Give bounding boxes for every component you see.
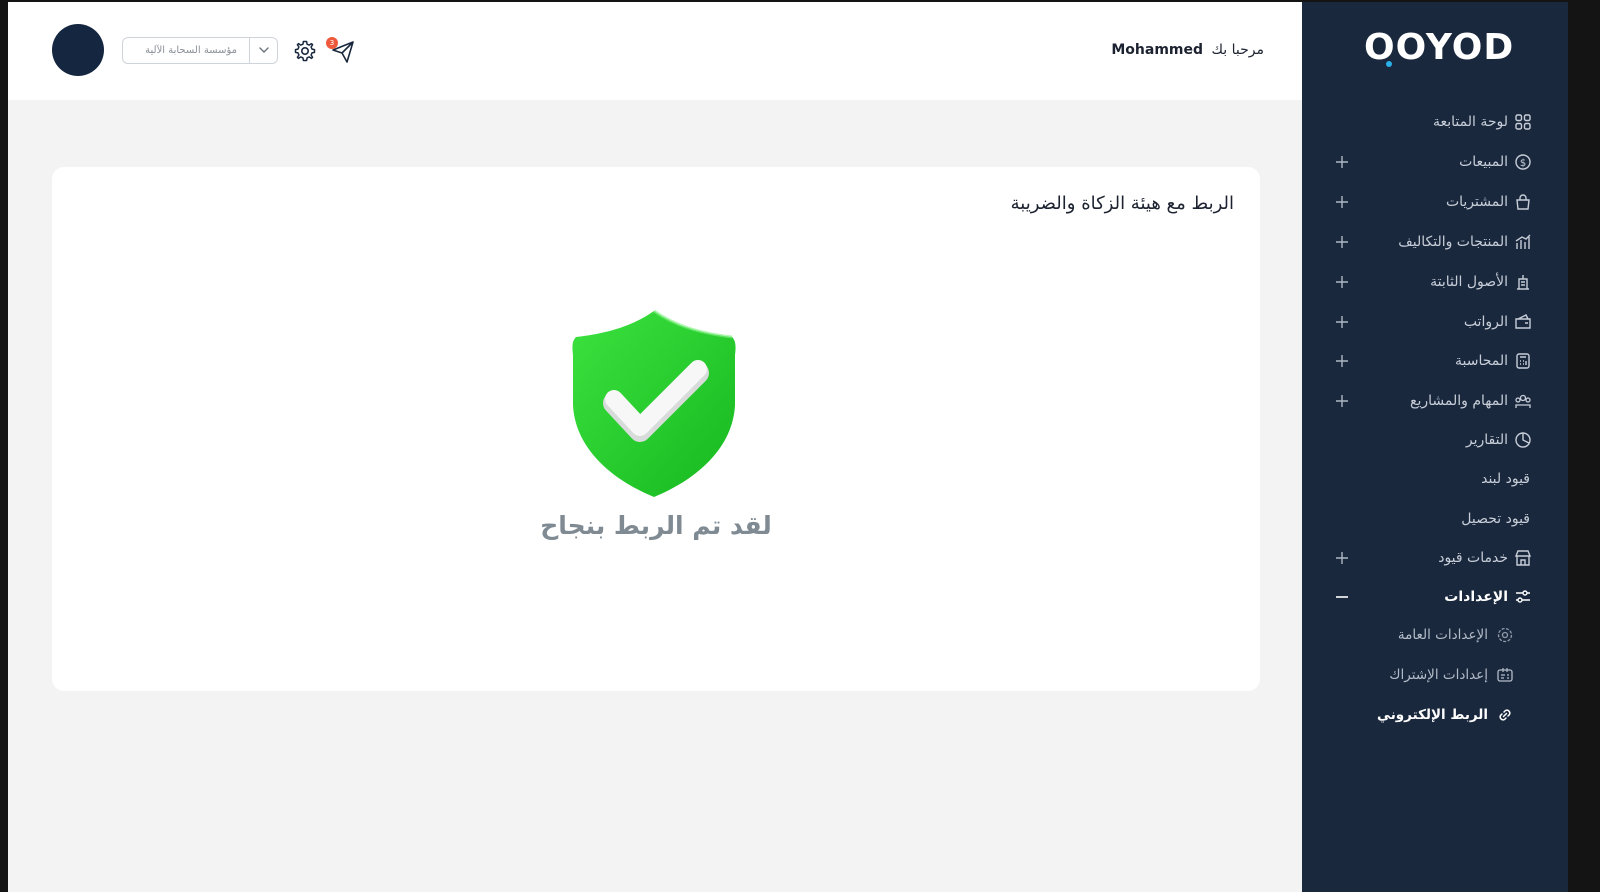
svg-text:$: $ (1520, 158, 1526, 169)
user-name: Mohammed (1111, 42, 1204, 58)
wallet-icon (1515, 314, 1531, 329)
team-icon (1515, 394, 1531, 408)
sidebar-item-label: خدمات قيود (1438, 550, 1508, 566)
sidebar-subitem-e-integration[interactable]: الربط الإلكتروني (1302, 697, 1568, 733)
sidebar-item-tasks-projects[interactable]: المهام والمشاريع (1302, 383, 1568, 419)
avatar[interactable] (52, 24, 104, 76)
building-icon (1517, 275, 1529, 290)
dollar-circle-icon: $ (1515, 154, 1531, 170)
sidebar-item-collection-entries[interactable]: قيود تحصيل (1302, 501, 1568, 537)
plus-icon[interactable] (1334, 274, 1350, 290)
logo-dot (1386, 61, 1392, 67)
minus-icon[interactable] (1334, 589, 1350, 605)
sidebar-subitem-label: إعدادات الإشتراك (1389, 667, 1488, 683)
sidebar-subitem-general-settings[interactable]: الإعدادات العامة (1302, 617, 1568, 653)
plus-icon[interactable] (1334, 353, 1350, 369)
sidebar-item-label: المحاسبة (1454, 353, 1508, 369)
sidebar-item-label: المنتجات والتكاليف (1398, 234, 1508, 250)
sidebar-item-label: الرواتب (1463, 314, 1508, 330)
app-window: مؤسسة السحابة الآلية 3 مرحبا بك Mohammed… (8, 2, 1568, 892)
plus-icon[interactable] (1334, 393, 1350, 409)
chart-bars-icon (1515, 234, 1531, 249)
plus-icon[interactable] (1334, 234, 1350, 250)
success-message: لقد تم الربط بنجاح (540, 511, 772, 540)
sidebar-item-label: الإعدادات (1444, 589, 1508, 605)
plus-icon[interactable] (1334, 154, 1350, 170)
sidebar-item-label: المشتريات (1445, 194, 1508, 210)
chevron-down-icon[interactable] (258, 44, 270, 56)
sidebar-item-payroll[interactable]: الرواتب (1302, 304, 1568, 340)
plus-icon[interactable] (1334, 194, 1350, 210)
sidebar-item-products-costs[interactable]: المنتجات والتكاليف (1302, 224, 1568, 260)
sidebar-item-label: قيود تحصيل (1461, 511, 1530, 527)
sidebar-item-reports[interactable]: التقارير (1302, 422, 1568, 458)
select-divider (249, 38, 250, 63)
sidebar-item-label: الأصول الثابتة (1430, 274, 1508, 290)
sidebar-item-purchases[interactable]: المشتريات (1302, 184, 1568, 220)
sliders-icon (1516, 590, 1530, 603)
notification-badge: 3 (326, 37, 338, 49)
sidebar-item-label: المهام والمشاريع (1410, 393, 1508, 409)
settings-gear-icon[interactable] (293, 39, 317, 63)
gear-icon (1497, 627, 1513, 643)
calculator-icon (1516, 353, 1530, 369)
sidebar-item-dashboard[interactable]: لوحة المتابعة (1302, 104, 1568, 140)
sidebar-item-journal-entries[interactable]: قيود لبند (1302, 461, 1568, 497)
sidebar-subitem-label: الإعدادات العامة (1397, 627, 1488, 643)
sidebar-item-accounting[interactable]: المحاسبة (1302, 343, 1568, 379)
sidebar-item-settings[interactable]: الإعدادات (1302, 579, 1568, 615)
card-title: الربط مع هيئة الزكاة والضريبة (1010, 193, 1234, 214)
pie-chart-icon (1515, 432, 1531, 448)
plus-icon[interactable] (1334, 550, 1350, 566)
link-icon (1499, 709, 1511, 721)
bag-icon (1516, 194, 1530, 210)
zatca-integration-card: الربط مع هيئة الزكاة والضريبة لقد تم الر… (52, 167, 1260, 691)
greeting-text: مرحبا بك (1211, 42, 1264, 58)
welcome-greeting: مرحبا بك Mohammed (1111, 42, 1264, 58)
sidebar-subitem-label: الربط الإلكتروني (1377, 707, 1488, 723)
plus-icon[interactable] (1334, 314, 1350, 330)
sidebar-item-sales[interactable]: المبيعات $ (1302, 144, 1568, 180)
sidebar-item-qoyod-services[interactable]: خدمات قيود (1302, 540, 1568, 576)
sidebar-item-label: التقارير (1465, 432, 1508, 448)
id-card-icon (1497, 668, 1513, 682)
sidebar-subitem-subscription-settings[interactable]: إعدادات الإشتراك (1302, 657, 1568, 693)
brand-logo[interactable]: OOYOD (1364, 28, 1513, 68)
shield-check-icon (572, 309, 736, 497)
sidebar-item-label: قيود لبند (1481, 471, 1530, 487)
organization-select[interactable]: مؤسسة السحابة الآلية (122, 37, 278, 64)
sidebar-item-label: المبيعات (1459, 154, 1508, 170)
sidebar-item-label: لوحة المتابعة (1432, 114, 1508, 130)
organization-select-value: مؤسسة السحابة الآلية (145, 45, 237, 56)
sidebar: OOYOD لوحة المتابعة المبيعات $ المشتريات… (1302, 2, 1568, 892)
store-icon (1514, 550, 1532, 566)
top-header: مؤسسة السحابة الآلية 3 مرحبا بك Mohammed (8, 2, 1302, 100)
grid-icon (1515, 114, 1531, 130)
sidebar-item-fixed-assets[interactable]: الأصول الثابتة (1302, 264, 1568, 300)
